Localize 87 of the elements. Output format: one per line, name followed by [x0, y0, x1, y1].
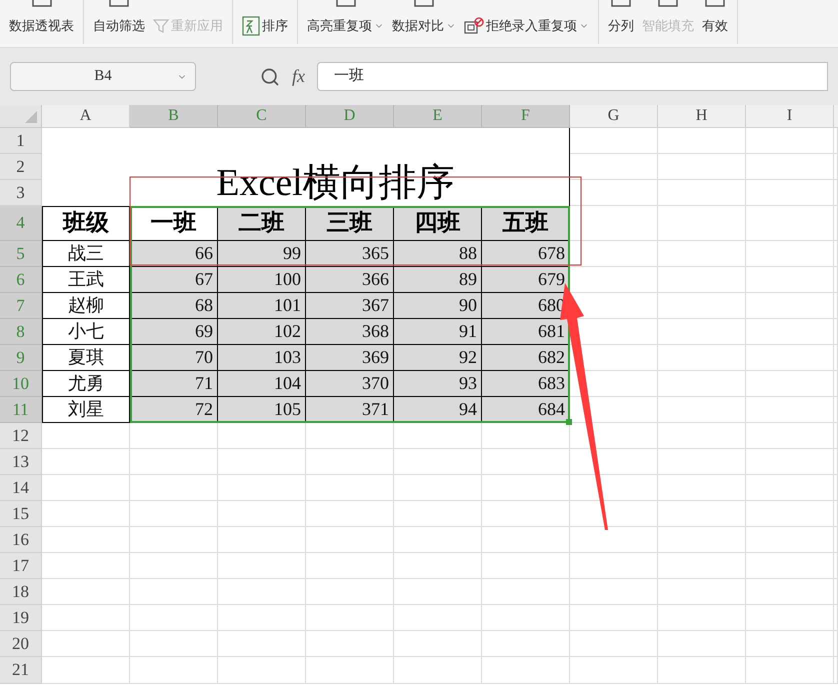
row-header[interactable]: 16 — [0, 527, 42, 553]
toolbar-icon — [30, 0, 52, 8]
number-cell: 67 — [130, 267, 218, 293]
number-cell: 370 — [306, 371, 394, 397]
number-cell: 366 — [306, 267, 394, 293]
name-cell: 刘星 — [42, 397, 130, 423]
row-header[interactable]: 15 — [0, 501, 42, 527]
funnel-icon — [153, 18, 169, 34]
row-header[interactable]: 17 — [0, 553, 42, 579]
number-cell: 679 — [482, 267, 570, 293]
column-header[interactable]: H — [658, 105, 746, 128]
toolbar-icon — [334, 0, 356, 8]
row-header[interactable]: 14 — [0, 475, 42, 501]
number-cell: 99 — [218, 241, 306, 267]
toolbar-icon — [108, 0, 130, 8]
header-cell: 二班 — [218, 206, 306, 241]
number-cell: 368 — [306, 319, 394, 345]
number-cell: 104 — [218, 371, 306, 397]
name-box[interactable]: B4 — [10, 62, 196, 91]
name-cell: 夏琪 — [42, 345, 130, 371]
ribbon-button[interactable]: 有效 — [702, 16, 728, 36]
number-cell: 91 — [394, 319, 482, 345]
name-cell: 赵柳 — [42, 293, 130, 319]
number-cell: 94 — [394, 397, 482, 423]
header-cell: 四班 — [394, 206, 482, 241]
reject-duplicate-icon — [464, 16, 484, 35]
fx-label: fx — [292, 65, 305, 88]
column-header[interactable]: G — [570, 105, 658, 128]
formula-field[interactable]: 一班 — [317, 62, 828, 91]
number-cell: 678 — [482, 241, 570, 267]
sort-icon — [242, 16, 260, 36]
triangle-icon — [25, 111, 37, 123]
number-cell: 683 — [482, 371, 570, 397]
name-cell: 尤勇 — [42, 371, 130, 397]
name-cell: 小七 — [42, 319, 130, 345]
name-cell: 王武 — [42, 267, 130, 293]
number-cell: 66 — [130, 241, 218, 267]
number-cell: 371 — [306, 397, 394, 423]
toolbar-icon — [413, 0, 435, 8]
row-header[interactable]: 18 — [0, 579, 42, 605]
number-cell: 90 — [394, 293, 482, 319]
number-cell: 105 — [218, 397, 306, 423]
row-header[interactable]: 19 — [0, 605, 42, 631]
toolbar-icon — [704, 0, 726, 8]
number-cell: 70 — [130, 345, 218, 371]
ribbon-button[interactable]: 排序 — [242, 16, 288, 36]
number-cell: 72 — [130, 397, 218, 423]
number-cell: 103 — [218, 345, 306, 371]
number-cell: 68 — [130, 293, 218, 319]
row-header[interactable]: 20 — [0, 631, 42, 657]
number-cell: 100 — [218, 267, 306, 293]
header-cell: 五班 — [482, 206, 570, 241]
name-cell: 战三 — [42, 241, 130, 267]
number-cell: 101 — [218, 293, 306, 319]
ribbon-button[interactable]: 自动筛选 — [93, 16, 145, 36]
column-header[interactable]: I — [746, 105, 834, 128]
toolbar-icon — [610, 0, 632, 8]
number-cell: 69 — [130, 319, 218, 345]
ribbon-button[interactable]: 高亮重复项 — [307, 16, 384, 36]
number-cell: 93 — [394, 371, 482, 397]
row-header[interactable]: 1 — [0, 128, 42, 154]
row-header[interactable]: 3 — [0, 180, 42, 206]
row-header[interactable]: 13 — [0, 449, 42, 475]
number-cell: 681 — [482, 319, 570, 345]
number-cell: 365 — [306, 241, 394, 267]
number-cell: 102 — [218, 319, 306, 345]
header-cell: 三班 — [306, 206, 394, 241]
select-all-corner[interactable] — [0, 105, 42, 128]
header-cell: 班级 — [42, 206, 130, 241]
row-header[interactable]: 12 — [0, 423, 42, 449]
number-cell: 88 — [394, 241, 482, 267]
ribbon-button[interactable]: 数据对比 — [392, 16, 456, 36]
number-cell: 92 — [394, 345, 482, 371]
number-cell: 367 — [306, 293, 394, 319]
ribbon-button[interactable]: 拒绝录入重复项 — [464, 16, 589, 36]
number-cell: 89 — [394, 267, 482, 293]
toolbar-icon — [657, 0, 679, 8]
ribbon-button[interactable]: 分列 — [608, 16, 634, 36]
row-header[interactable]: 2 — [0, 154, 42, 180]
number-cell: 369 — [306, 345, 394, 371]
column-header[interactable]: A — [42, 105, 130, 128]
ribbon-button[interactable]: 数据透视表 — [9, 16, 74, 36]
header-cell: 一班 — [130, 206, 218, 241]
zoom-icon[interactable] — [260, 66, 280, 86]
row-header[interactable]: 21 — [0, 657, 42, 684]
number-cell: 71 — [130, 371, 218, 397]
number-cell: 682 — [482, 345, 570, 371]
